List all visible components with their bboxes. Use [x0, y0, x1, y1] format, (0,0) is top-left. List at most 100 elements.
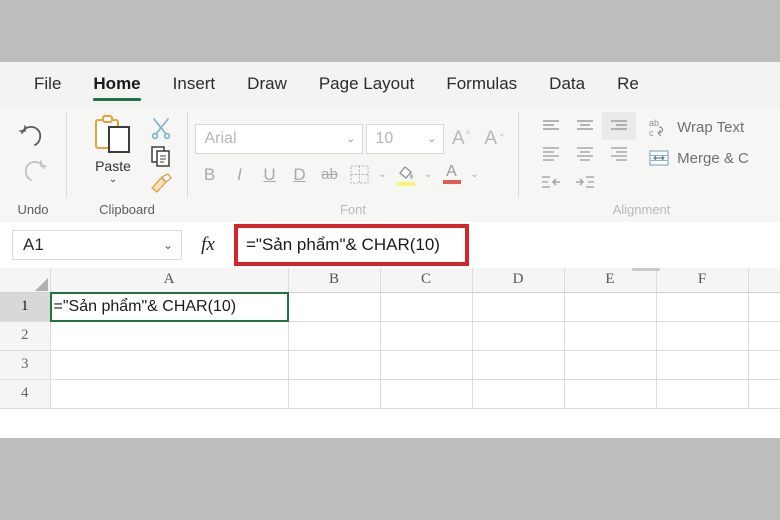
table-row: 3 [0, 350, 780, 380]
cell-f3[interactable] [656, 350, 749, 380]
font-name-combo[interactable]: Arial ⌄ [194, 123, 363, 154]
tab-page-layout[interactable]: Page Layout [303, 62, 430, 106]
increase-font-size-button[interactable]: A ^ [444, 124, 478, 154]
formula-input[interactable]: ="Sản phẩm"& CHAR(10) [246, 235, 440, 255]
align-top-center-button[interactable] [568, 112, 602, 140]
tab-formulas[interactable]: Formulas [430, 62, 533, 106]
borders-dropdown-chevron-icon[interactable]: ⌄ [375, 160, 391, 190]
cell-e1[interactable] [564, 292, 657, 322]
tab-draw[interactable]: Draw [231, 62, 303, 106]
cell-e3[interactable] [564, 350, 657, 380]
wrap-text-button[interactable]: ab c Wrap Text [648, 116, 749, 138]
decrease-indent-button[interactable] [534, 168, 568, 196]
cut-button[interactable] [149, 117, 173, 144]
select-all-corner[interactable] [0, 268, 51, 293]
tab-home[interactable]: Home [77, 62, 156, 106]
cell-g4[interactable] [748, 379, 780, 409]
cell-d3[interactable] [472, 350, 565, 380]
column-header-b[interactable]: B [288, 268, 381, 293]
redo-button[interactable] [18, 158, 48, 189]
chevron-down-icon[interactable]: ⌄ [163, 238, 173, 252]
cell-a1[interactable]: ="Sản phẩm"& CHAR(10) [49, 291, 289, 322]
cell-c3[interactable] [380, 350, 473, 380]
cell-d1[interactable] [472, 292, 565, 322]
cell-e4[interactable] [564, 379, 657, 409]
italic-button[interactable]: I [225, 160, 255, 190]
font-color-dropdown-chevron-icon[interactable]: ⌄ [467, 160, 483, 190]
column-header-e[interactable]: E [564, 268, 657, 293]
ribbon-group-clipboard: Paste ⌄ Clipboard [67, 106, 187, 222]
cell-e2[interactable] [564, 321, 657, 351]
column-header-f[interactable]: F [656, 268, 749, 293]
cell-f1[interactable] [656, 292, 749, 322]
align-top-left-icon [543, 120, 560, 130]
fill-color-dropdown-chevron-icon[interactable]: ⌄ [421, 160, 437, 190]
copy-button[interactable] [149, 145, 173, 172]
paste-chevron-icon[interactable]: ⌄ [109, 175, 117, 185]
format-painter-button[interactable] [149, 173, 173, 198]
cell-g2[interactable] [748, 321, 780, 351]
cell-a3[interactable] [50, 350, 289, 380]
row-header-2[interactable]: 2 [0, 321, 51, 351]
undo-arrow-icon [19, 124, 42, 146]
name-box-value: A1 [23, 235, 44, 254]
align-top-right-icon [611, 120, 628, 130]
cell-c1[interactable] [380, 292, 473, 322]
font-size-value: 10 [375, 129, 394, 147]
strikethrough-button[interactable]: ab [315, 160, 345, 190]
row-header-4[interactable]: 4 [0, 379, 51, 409]
column-header-a[interactable]: A [50, 268, 289, 293]
cell-a4[interactable] [50, 379, 289, 409]
cell-f4[interactable] [656, 379, 749, 409]
cell-g3[interactable] [748, 350, 780, 380]
tab-data[interactable]: Data [533, 62, 601, 106]
name-box[interactable]: A1 ⌄ [12, 230, 182, 260]
tab-insert-label: Insert [172, 74, 216, 93]
fill-color-button[interactable] [391, 160, 421, 190]
double-underline-button[interactable]: D [285, 160, 315, 190]
font-size-combo[interactable]: 10 ⌄ [365, 123, 444, 154]
cell-d4[interactable] [472, 379, 565, 409]
underline-button[interactable]: U [255, 160, 285, 190]
cell-a2[interactable] [50, 321, 289, 351]
tab-home-label: Home [93, 74, 141, 93]
tab-review[interactable]: Re [601, 62, 655, 106]
row-header-1[interactable]: 1 [0, 292, 51, 322]
increase-indent-button[interactable] [568, 168, 602, 196]
paste-label: Paste [95, 158, 131, 174]
align-middle-right-button[interactable] [602, 140, 636, 168]
align-top-left-button[interactable] [534, 112, 568, 140]
undo-button[interactable] [18, 123, 48, 154]
paste-button[interactable]: Paste ⌄ [81, 115, 145, 185]
insert-function-button[interactable]: fx [182, 230, 234, 260]
cell-f2[interactable] [656, 321, 749, 351]
align-middle-left-icon [543, 147, 560, 161]
bold-button[interactable]: B [195, 160, 225, 190]
cell-b3[interactable] [288, 350, 381, 380]
cell-b1[interactable] [288, 292, 381, 322]
horizontal-scrollbar-handle[interactable] [632, 268, 660, 271]
cell-d2[interactable] [472, 321, 565, 351]
align-top-right-button[interactable] [602, 112, 637, 140]
tab-page-layout-label: Page Layout [318, 74, 415, 93]
cell-b2[interactable] [288, 321, 381, 351]
cell-c2[interactable] [380, 321, 473, 351]
tab-file[interactable]: File [18, 62, 77, 106]
align-middle-center-icon [577, 147, 594, 161]
column-header-partial[interactable] [748, 268, 780, 293]
column-header-d[interactable]: D [472, 268, 565, 293]
merge-center-button[interactable]: Merge & C [648, 148, 749, 168]
cell-g1[interactable] [748, 292, 780, 322]
decrease-font-size-button[interactable]: A ⌄ [478, 124, 512, 154]
group-label-clipboard: Clipboard [99, 202, 155, 217]
align-middle-center-button[interactable] [568, 140, 602, 168]
tab-insert[interactable]: Insert [157, 62, 232, 106]
row-header-3[interactable]: 3 [0, 350, 51, 380]
cell-b4[interactable] [288, 379, 381, 409]
font-color-button[interactable]: A [437, 160, 467, 190]
align-middle-left-button[interactable] [534, 140, 568, 168]
svg-text:c: c [649, 128, 654, 138]
borders-button[interactable] [345, 160, 375, 190]
column-header-c[interactable]: C [380, 268, 473, 293]
cell-c4[interactable] [380, 379, 473, 409]
